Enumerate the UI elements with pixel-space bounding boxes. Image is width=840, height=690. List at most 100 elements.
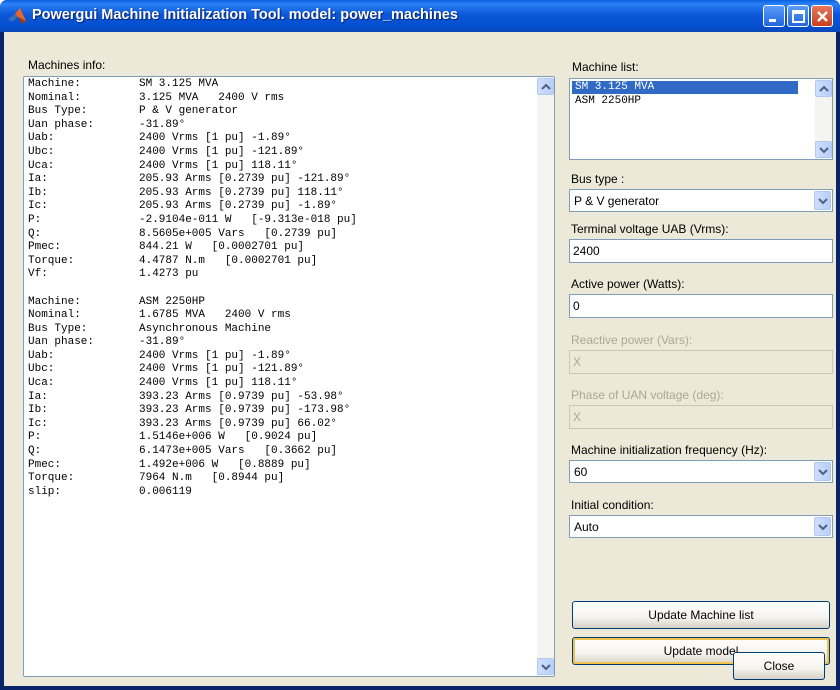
info-value: -2.9104e-011 W [-9.313e-018 pu] (139, 213, 357, 226)
list-item[interactable]: ASM 2250HP (572, 95, 641, 108)
info-value: -31.89° (139, 118, 186, 131)
info-value: 0.006119 (139, 485, 192, 498)
info-line: P: -2.9104e-011 W [-9.313e-018 pu] (28, 214, 532, 228)
info-key: Q: (28, 445, 42, 458)
title-bar[interactable]: Powergui Machine Initialization Tool. mo… (0, 0, 840, 32)
info-line: Vf: 1.4273 pu (28, 268, 532, 282)
info-line: Ubc: 2400 Vrms [1 pu] -121.89° (28, 363, 532, 377)
init-frequency-dropdown-button[interactable] (814, 462, 831, 481)
active-power-field[interactable] (569, 294, 833, 318)
info-line: Uab: 2400 Vrms [1 pu] -1.89° (28, 350, 532, 364)
minimize-button[interactable] (763, 5, 785, 27)
machines-info-label: Machines info: (28, 58, 106, 72)
reactive-power-field (569, 350, 833, 374)
info-key: Ib: (28, 186, 48, 199)
info-key: Bus Type: (28, 105, 88, 118)
info-key: Ib: (28, 404, 48, 417)
phase-uan-label: Phase of UAN voltage (deg): (571, 388, 724, 402)
info-key: Nominal: (28, 91, 81, 104)
info-key: Pmec: (28, 241, 62, 254)
info-value: 2400 Vrms [1 pu] 118.11° (139, 377, 298, 390)
info-key: Uca: (28, 159, 55, 172)
info-line: Bus Type: P & V generator (28, 105, 532, 119)
info-value: 393.23 Arms [0.9739 pu] -173.98° (139, 404, 351, 417)
init-frequency-select[interactable]: 60 (569, 460, 833, 483)
scroll-down-button[interactable] (537, 658, 554, 675)
info-key: Ic: (28, 417, 48, 430)
active-power-label: Active power (Watts): (571, 277, 685, 291)
info-line: Ia: 205.93 Arms [0.2739 pu] -121.89° (28, 173, 532, 187)
info-line: Ib: 393.23 Arms [0.9739 pu] -173.98° (28, 404, 532, 418)
info-value: 205.93 Arms [0.2739 pu] 118.11° (139, 186, 344, 199)
info-key: Pmec: (28, 458, 62, 471)
info-value: 2400 Vrms [1 pu] -121.89° (139, 145, 305, 158)
initial-condition-select[interactable]: Auto (569, 515, 833, 538)
machines-info-scrollbar[interactable] (537, 77, 554, 676)
close-button[interactable]: Close (733, 652, 825, 680)
init-frequency-label: Machine initialization frequency (Hz): (571, 443, 768, 457)
info-key: Ia: (28, 173, 48, 186)
maximize-button[interactable] (787, 5, 809, 27)
bus-type-dropdown-button[interactable] (814, 191, 831, 210)
scroll-up-button[interactable] (537, 78, 554, 95)
info-line: Ic: 205.93 Arms [0.2739 pu] -1.89° (28, 200, 532, 214)
info-line: Machine: ASM 2250HP (28, 296, 532, 310)
machine-listbox[interactable]: SM 3.125 MVA ASM 2250HP (569, 78, 833, 160)
reactive-power-label: Reactive power (Vars): (571, 333, 693, 347)
terminal-voltage-label: Terminal voltage UAB (Vrms): (571, 222, 729, 236)
info-line: Torque: 4.4787 N.m [0.0002701 pu] (28, 255, 532, 269)
info-line: Ia: 393.23 Arms [0.9739 pu] -53.98° (28, 391, 532, 405)
info-key: Ubc: (28, 145, 55, 158)
minimize-icon (769, 19, 776, 22)
info-value: 8.5605e+005 Vars [0.2739 pu] (139, 227, 338, 240)
info-key: Torque: (28, 254, 75, 267)
list-item[interactable]: SM 3.125 MVA (572, 81, 798, 94)
info-line: Q: 8.5605e+005 Vars [0.2739 pu] (28, 228, 532, 242)
info-value: Asynchronous Machine (139, 322, 272, 335)
phase-uan-field (569, 405, 833, 429)
info-value: 2400 Vrms [1 pu] -1.89° (139, 132, 291, 145)
info-key: Torque: (28, 472, 75, 485)
terminal-voltage-field[interactable] (569, 239, 833, 263)
info-line: Pmec: 1.492e+006 W [0.8889 pu] (28, 459, 532, 473)
chevron-down-icon (818, 524, 828, 531)
info-value: 1.492e+006 W [0.8889 pu] (139, 458, 311, 471)
info-key: Nominal: (28, 309, 81, 322)
info-key: Uan phase: (28, 118, 95, 131)
scroll-down-button[interactable] (815, 141, 832, 158)
info-value: 1.4273 pu (139, 268, 199, 281)
info-key: P: (28, 213, 42, 226)
machines-info-textbox[interactable]: Machine: SM 3.125 MVA Nominal: 3.125 MVA 24… (23, 76, 555, 677)
scroll-up-button[interactable] (815, 80, 832, 97)
update-machine-list-button[interactable]: Update Machine list (572, 601, 830, 629)
window-close-button[interactable] (811, 5, 833, 27)
info-line: Ic: 393.23 Arms [0.9739 pu] 66.02° (28, 418, 532, 432)
info-value: 6.1473e+005 Vars [0.3662 pu] (139, 445, 338, 458)
info-value: 3.125 MVA 2400 V rms (139, 91, 285, 104)
info-value: 205.93 Arms [0.2739 pu] -121.89° (139, 173, 351, 186)
info-value: SM 3.125 MVA (139, 78, 219, 90)
info-line: Bus Type: Asynchronous Machine (28, 323, 532, 337)
machine-list-scrollbar[interactable] (815, 79, 832, 159)
chevron-up-icon (541, 83, 551, 90)
chevron-down-icon (819, 147, 829, 154)
info-value: 205.93 Arms [0.2739 pu] -1.89° (139, 200, 338, 213)
info-key: Bus Type: (28, 322, 88, 335)
maximize-icon (792, 10, 805, 23)
info-value: P & V generator (139, 105, 239, 118)
info-key: Machine: (28, 78, 81, 90)
info-line: Ubc: 2400 Vrms [1 pu] -121.89° (28, 146, 532, 160)
bus-type-select[interactable]: P & V generator (569, 189, 833, 212)
initial-condition-dropdown-button[interactable] (814, 517, 831, 536)
init-frequency-value: 60 (574, 465, 588, 479)
info-key (28, 282, 139, 296)
info-value: 4.4787 N.m [0.0002701 pu] (139, 254, 318, 267)
info-value: 393.23 Arms [0.9739 pu] 66.02° (139, 417, 338, 430)
matlab-logo-icon (8, 8, 26, 24)
bus-type-label: Bus type : (571, 172, 625, 186)
info-value: 2400 Vrms [1 pu] -1.89° (139, 349, 291, 362)
bus-type-value: P & V generator (574, 194, 660, 208)
info-line: Machine: SM 3.125 MVA (28, 78, 532, 92)
info-key: Q: (28, 227, 42, 240)
info-key: slip: (28, 485, 62, 498)
